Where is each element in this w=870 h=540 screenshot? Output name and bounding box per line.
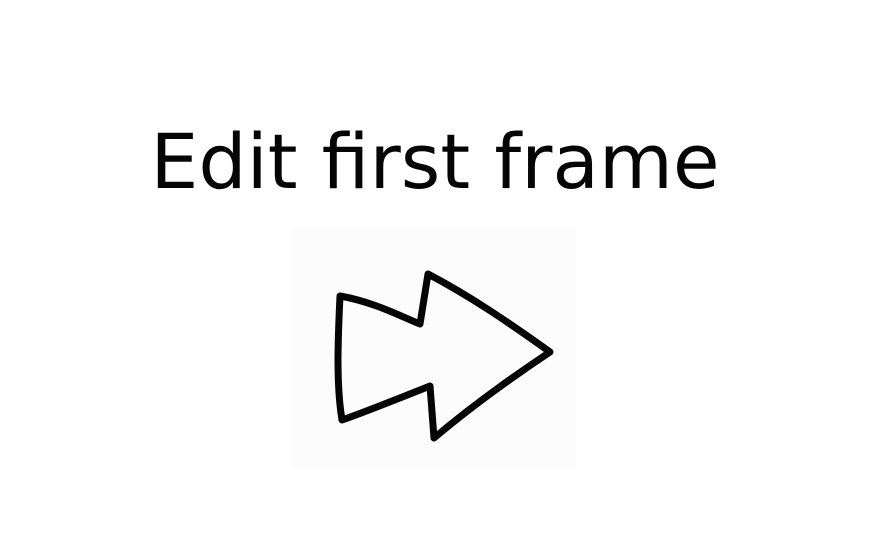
forward-arrow-icon[interactable]	[292, 228, 576, 468]
page-title: Edit first frame	[150, 117, 720, 206]
canvas: Edit first frame	[0, 0, 870, 540]
